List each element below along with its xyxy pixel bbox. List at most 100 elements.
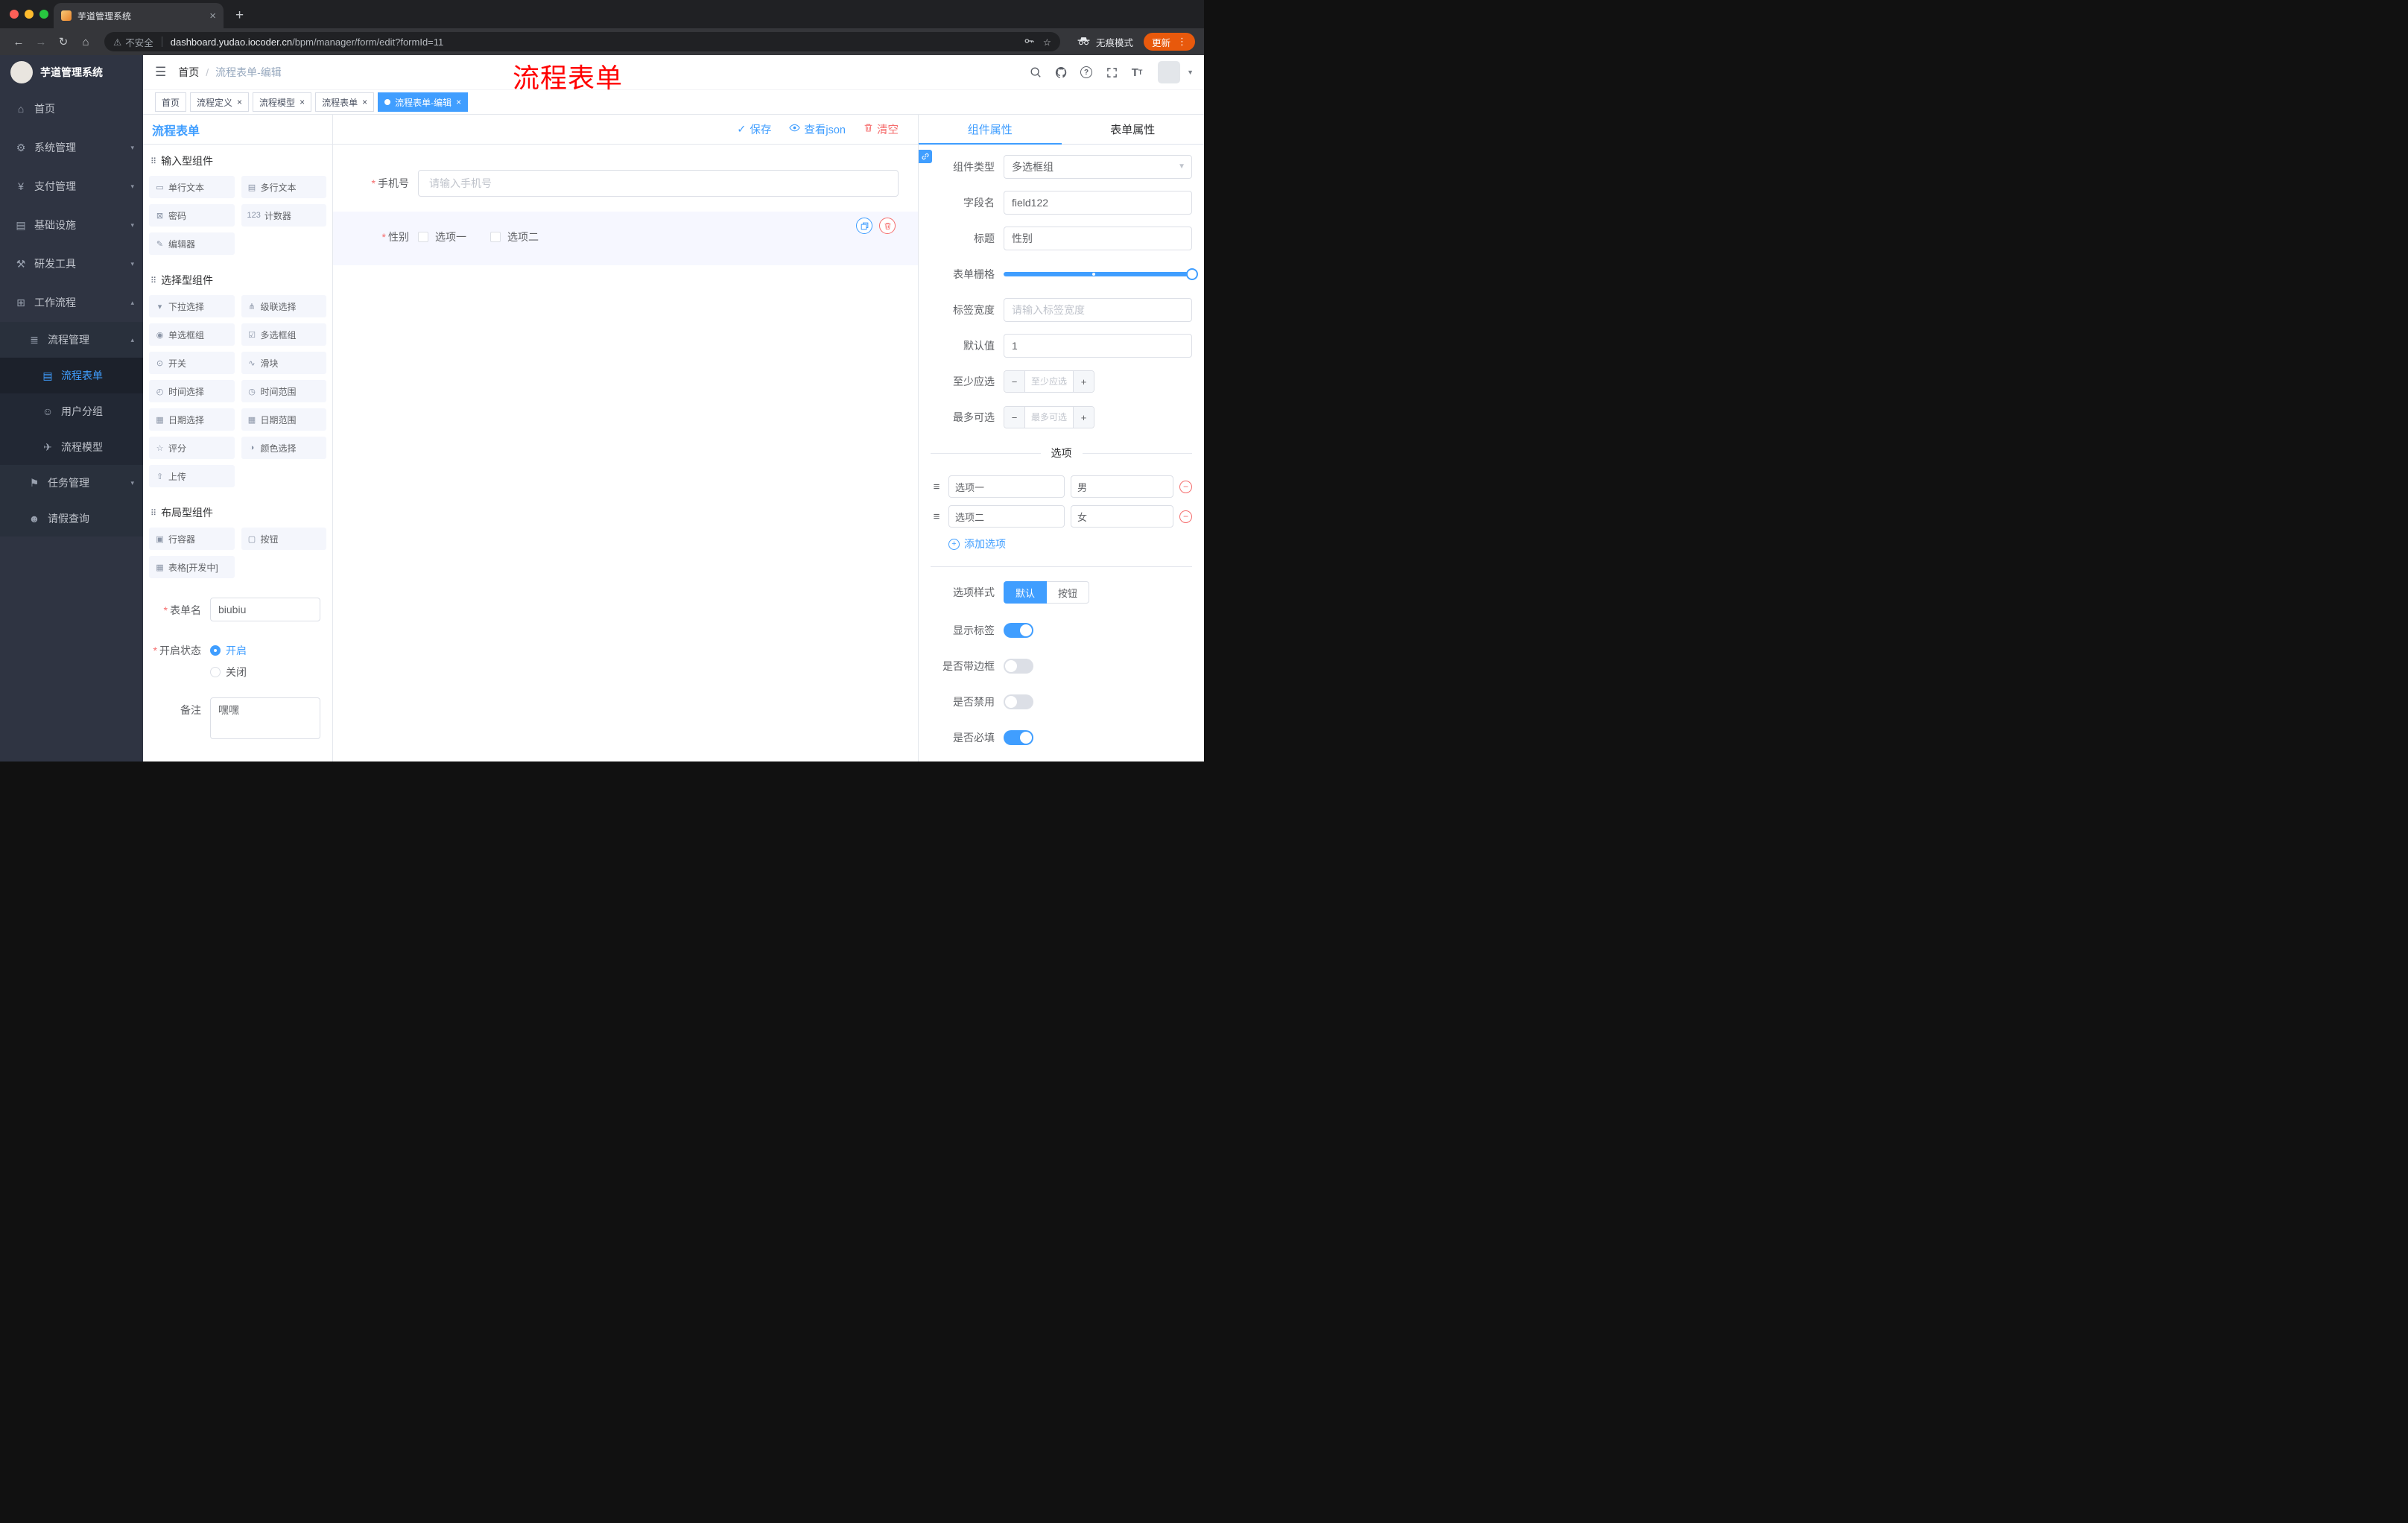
gender-option-2[interactable]: 选项二	[490, 229, 539, 244]
window-minimize-button[interactable]	[25, 10, 34, 19]
tag-close-icon[interactable]: ×	[362, 98, 367, 107]
form-remark-textarea[interactable]: 嘿嘿	[210, 697, 320, 739]
sidebar-item-system[interactable]: ⚙ 系统管理 ▾	[0, 128, 143, 167]
window-zoom-button[interactable]	[39, 10, 48, 19]
style-default-button[interactable]: 默认	[1004, 581, 1048, 604]
tag-close-icon[interactable]: ×	[456, 98, 461, 107]
browser-tab[interactable]: 芋道管理系统 ×	[54, 3, 224, 28]
palette-item-time-picker[interactable]: ◴ 时间选择	[149, 380, 235, 402]
clear-button[interactable]: 清空	[864, 121, 899, 137]
palette-item-dropdown[interactable]: ▾ 下拉选择	[149, 295, 235, 317]
stepper-minus-button[interactable]: −	[1004, 407, 1025, 428]
sidebar-item-home[interactable]: ⌂ 首页	[0, 89, 143, 128]
palette-item-checkbox-group[interactable]: ☑ 多选框组	[241, 323, 326, 346]
sidebar-item-task-management[interactable]: ⚑ 任务管理 ▾	[0, 465, 143, 501]
save-button[interactable]: ✓ 保存	[737, 121, 771, 137]
sidebar-item-payment[interactable]: ¥ 支付管理 ▾	[0, 167, 143, 206]
window-close-button[interactable]	[10, 10, 19, 19]
canvas-field-gender[interactable]: 性别 选项一 选项二	[333, 212, 918, 265]
palette-item-password[interactable]: ⊠ 密码	[149, 204, 235, 227]
add-option-button[interactable]: + 添加选项	[948, 536, 1192, 551]
palette-item-date-picker[interactable]: ▦ 日期选择	[149, 408, 235, 431]
palette-item-cascader[interactable]: ⋔ 级联选择	[241, 295, 326, 317]
show-label-toggle[interactable]	[1004, 623, 1033, 638]
sidebar-item-devtools[interactable]: ⚒ 研发工具 ▾	[0, 244, 143, 283]
tag-close-icon[interactable]: ×	[237, 98, 242, 107]
status-on-radio[interactable]: 开启	[210, 638, 247, 658]
palette-item-radio-group[interactable]: ◉ 单选框组	[149, 323, 235, 346]
tag-process-definition[interactable]: 流程定义 ×	[190, 92, 250, 112]
style-button-button[interactable]: 按钮	[1047, 581, 1090, 604]
drag-handle-icon[interactable]: ≡	[931, 510, 942, 523]
password-key-icon[interactable]	[1024, 36, 1034, 48]
title-input[interactable]	[1004, 227, 1192, 250]
phone-input[interactable]	[418, 170, 899, 197]
option-2-label-input[interactable]	[948, 505, 1065, 528]
tag-close-icon[interactable]: ×	[300, 98, 305, 107]
drag-handle-icon[interactable]: ≡	[931, 481, 942, 493]
search-icon[interactable]	[1025, 62, 1046, 83]
default-value-input[interactable]	[1004, 334, 1192, 358]
tag-home[interactable]: 首页	[155, 92, 187, 112]
hamburger-icon[interactable]: ☰	[143, 65, 178, 80]
status-off-radio[interactable]: 关闭	[210, 659, 247, 680]
slider-track[interactable]	[1004, 268, 1198, 280]
field-name-input[interactable]	[1004, 191, 1192, 215]
grid-slider[interactable]	[1004, 262, 1198, 286]
browser-menu-icon[interactable]: ⋮	[1177, 36, 1187, 48]
canvas-field-phone[interactable]: 手机号	[333, 161, 918, 206]
view-json-button[interactable]: 查看json	[789, 121, 846, 137]
help-icon[interactable]: ?	[1076, 62, 1097, 83]
option-1-value-input[interactable]	[1071, 475, 1173, 498]
back-button[interactable]: ←	[9, 36, 28, 48]
remove-option-button[interactable]: −	[1179, 510, 1192, 523]
tab-form-props[interactable]: 表单属性	[1062, 115, 1205, 144]
disabled-toggle[interactable]	[1004, 694, 1033, 709]
new-tab-button[interactable]: +	[235, 8, 244, 22]
home-button[interactable]: ⌂	[76, 36, 95, 48]
sidebar-item-user-group[interactable]: ☺ 用户分组	[0, 393, 143, 429]
palette-item-single-line-text[interactable]: ▭ 单行文本	[149, 176, 235, 198]
user-avatar[interactable]	[1158, 61, 1181, 83]
address-bar[interactable]: ⚠ 不安全 dashboard.yudao.iocoder.cn/bpm/man…	[104, 32, 1060, 51]
required-toggle[interactable]	[1004, 730, 1033, 745]
sidebar-item-leave-query[interactable]: ☻ 请假查询	[0, 501, 143, 536]
github-icon[interactable]	[1051, 62, 1071, 83]
palette-item-table-wip[interactable]: ▦ 表格[开发中]	[149, 556, 235, 578]
tag-process-model[interactable]: 流程模型 ×	[253, 92, 312, 112]
breadcrumb-home[interactable]: 首页	[178, 65, 199, 80]
min-select-input[interactable]	[1025, 371, 1073, 392]
reload-button[interactable]: ↻	[54, 35, 73, 48]
option-2-value-input[interactable]	[1071, 505, 1173, 528]
gender-option-1[interactable]: 选项一	[418, 229, 466, 244]
palette-item-row-container[interactable]: ▣ 行容器	[149, 528, 235, 550]
palette-item-multi-line-text[interactable]: ▤ 多行文本	[241, 176, 326, 198]
stepper-minus-button[interactable]: −	[1004, 371, 1025, 392]
tag-process-form[interactable]: 流程表单 ×	[315, 92, 375, 112]
duplicate-component-button[interactable]	[856, 218, 872, 234]
palette-item-time-range[interactable]: ◷ 时间范围	[241, 380, 326, 402]
palette-item-rate[interactable]: ☆ 评分	[149, 437, 235, 459]
palette-item-counter[interactable]: 123 计数器	[241, 204, 326, 227]
font-size-icon[interactable]: TT	[1127, 62, 1147, 83]
palette-item-button[interactable]: ▢ 按钮	[241, 528, 326, 550]
tab-close-icon[interactable]: ×	[209, 10, 216, 22]
sidebar-item-process-model[interactable]: ✈ 流程模型	[0, 429, 143, 465]
stepper-plus-button[interactable]: +	[1073, 371, 1094, 392]
label-width-input[interactable]	[1004, 298, 1192, 322]
delete-component-button[interactable]	[879, 218, 896, 234]
browser-update-button[interactable]: 更新 ⋮	[1143, 33, 1195, 51]
stepper-plus-button[interactable]: +	[1073, 407, 1094, 428]
palette-item-date-range[interactable]: ▦ 日期范围	[241, 408, 326, 431]
palette-item-upload[interactable]: ⇧ 上传	[149, 465, 235, 487]
sidebar-item-process-management[interactable]: ≣ 流程管理 ▴	[0, 322, 143, 358]
component-type-select[interactable]: ▼	[1004, 155, 1192, 179]
remove-option-button[interactable]: −	[1179, 480, 1192, 493]
sidebar-logo[interactable]: 芋道管理系统	[0, 55, 143, 89]
sidebar-item-infrastructure[interactable]: ▤ 基础设施 ▾	[0, 206, 143, 244]
fullscreen-icon[interactable]	[1101, 62, 1122, 83]
tab-component-props[interactable]: 组件属性	[919, 115, 1062, 145]
form-name-input[interactable]	[210, 598, 320, 621]
tag-process-form-edit[interactable]: 流程表单-编辑 ×	[378, 92, 469, 112]
palette-item-editor[interactable]: ✎ 编辑器	[149, 232, 235, 255]
